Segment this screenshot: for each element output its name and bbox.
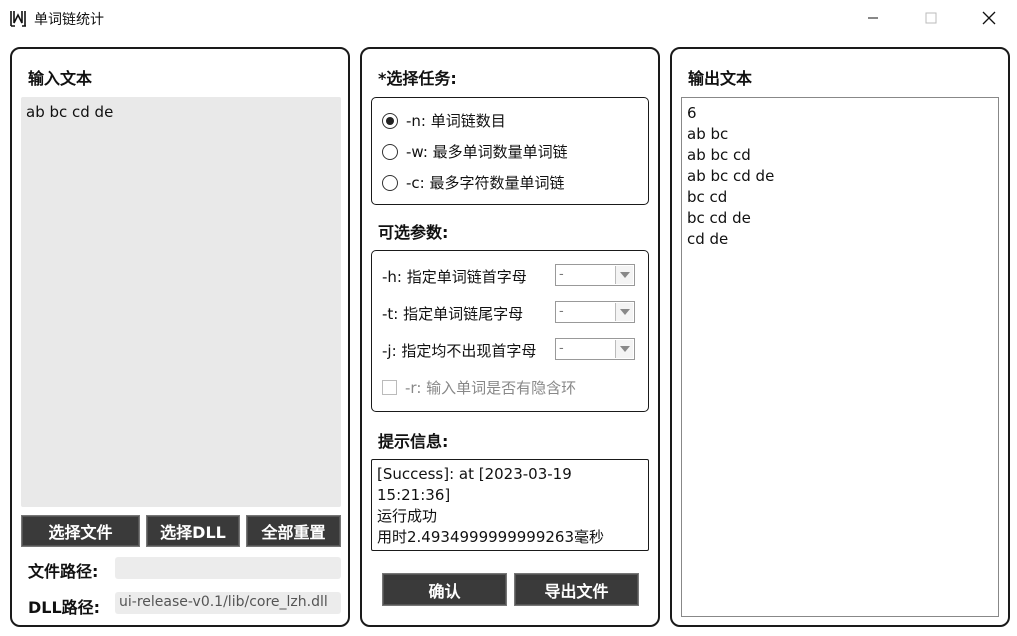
option-j-value: - xyxy=(559,341,564,356)
input-text-area[interactable]: ab bc cd de xyxy=(21,97,341,507)
message-heading: 提示信息: xyxy=(378,432,449,451)
option-h-label: -h: 指定单词链首字母 xyxy=(382,268,527,286)
radio-c[interactable] xyxy=(382,174,398,191)
option-j-label: -j: 指定均不出现首字母 xyxy=(382,342,537,360)
close-button[interactable] xyxy=(966,0,1012,36)
reset-all-button[interactable]: 全部重置 xyxy=(246,515,341,547)
output-line: ab bc xyxy=(687,125,729,143)
output-line: bc cd de xyxy=(687,209,751,227)
task-option-c[interactable]: -c: 最多字符数量单词链 xyxy=(382,172,564,193)
input-heading: 输入文本 xyxy=(28,69,93,88)
task-option-n-label: -n: 单词链数目 xyxy=(406,112,506,130)
title-bar: 单词链统计 xyxy=(0,0,1017,36)
app-logo-icon xyxy=(9,9,28,28)
optional-params-heading: 可选参数: xyxy=(378,223,449,242)
chevron-down-icon[interactable] xyxy=(615,266,633,284)
output-line: ab bc cd de xyxy=(687,167,775,185)
option-h-value: - xyxy=(559,267,564,282)
close-icon xyxy=(982,11,996,25)
option-r-label: -r: 输入单词是否有隐含环 xyxy=(405,379,577,397)
output-text-area[interactable]: 6 ab bc ab bc cd ab bc cd de bc cd bc cd… xyxy=(681,97,999,617)
task-option-c-label: -c: 最多字符数量单词链 xyxy=(406,174,565,192)
maximize-button[interactable] xyxy=(908,0,954,36)
minimize-icon xyxy=(868,17,878,19)
chevron-down-icon[interactable] xyxy=(615,303,633,321)
dll-path-value: ui-release-v0.1/lib/core_lzh.dll xyxy=(119,594,328,610)
option-r-checkbox[interactable] xyxy=(382,380,397,395)
output-line: cd de xyxy=(687,230,729,248)
output-panel: 输出文本 6 ab bc ab bc cd ab bc cd de bc cd … xyxy=(670,47,1010,627)
message-line: 用时2.4934999999999263毫秒 xyxy=(377,528,605,546)
file-path-label: 文件路径: xyxy=(28,562,99,581)
select-file-button[interactable]: 选择文件 xyxy=(21,515,140,547)
dll-path-field[interactable]: ui-release-v0.1/lib/core_lzh.dll xyxy=(115,592,341,614)
dll-path-label: DLL路径: xyxy=(28,598,101,617)
task-option-n[interactable]: -n: 单词链数目 xyxy=(382,110,506,131)
message-box: [Success]: at [2023-03-19 15:21:36] 运行成功… xyxy=(371,459,649,551)
maximize-icon xyxy=(925,12,937,24)
output-line: bc cd xyxy=(687,188,728,206)
option-t-value: - xyxy=(559,304,564,319)
option-t-select[interactable]: - xyxy=(555,301,635,323)
window-title: 单词链统计 xyxy=(34,12,104,28)
export-file-button[interactable]: 导出文件 xyxy=(514,573,639,606)
input-panel: 输入文本 ab bc cd de 选择文件 选择DLL 全部重置 文件路径: D… xyxy=(10,47,350,627)
confirm-button[interactable]: 确认 xyxy=(382,573,507,606)
optional-params-group: -h: 指定单词链首字母 - -t: 指定单词链尾字母 - -j: 指定均不出现… xyxy=(371,250,649,412)
task-option-w[interactable]: -w: 最多单词数量单词链 xyxy=(382,141,568,162)
minimize-button[interactable] xyxy=(850,0,896,36)
output-heading: 输出文本 xyxy=(688,69,753,88)
option-j-select[interactable]: - xyxy=(555,338,635,360)
task-option-w-label: -w: 最多单词数量单词链 xyxy=(406,143,568,161)
task-radio-group: -n: 单词链数目 -w: 最多单词数量单词链 -c: 最多字符数量单词链 xyxy=(371,97,649,205)
option-t-label: -t: 指定单词链尾字母 xyxy=(382,305,524,323)
radio-n[interactable] xyxy=(382,112,398,129)
file-path-field[interactable] xyxy=(115,557,341,579)
task-panel: *选择任务: -n: 单词链数目 -w: 最多单词数量单词链 -c: 最多字符数… xyxy=(360,47,660,627)
output-line: 6 xyxy=(687,104,697,122)
option-r-row[interactable]: -r: 输入单词是否有隐含环 xyxy=(382,377,576,398)
chevron-down-icon[interactable] xyxy=(615,340,633,358)
message-line: 运行成功 xyxy=(377,507,438,525)
option-h-select[interactable]: - xyxy=(555,264,635,286)
output-line: ab bc cd xyxy=(687,146,751,164)
task-heading: *选择任务: xyxy=(378,69,457,88)
radio-w[interactable] xyxy=(382,143,398,160)
select-dll-button[interactable]: 选择DLL xyxy=(146,515,240,547)
message-line: [Success]: at [2023-03-19 15:21:36] xyxy=(377,465,572,504)
